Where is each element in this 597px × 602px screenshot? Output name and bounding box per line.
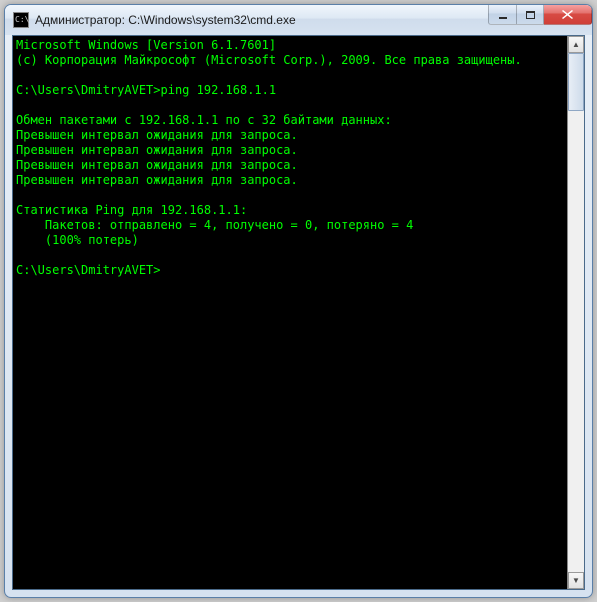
line: Превышен интервал ожидания для запроса. [16, 128, 298, 142]
window-controls [488, 5, 592, 25]
chevron-up-icon: ▲ [572, 40, 580, 49]
chevron-down-icon: ▼ [572, 576, 580, 585]
scroll-track[interactable] [568, 53, 584, 572]
minimize-icon [499, 17, 507, 19]
line: (100% потерь) [16, 233, 139, 247]
prompt-command: ping 192.168.1.1 [161, 83, 277, 97]
vertical-scrollbar[interactable]: ▲ ▼ [567, 36, 584, 589]
line: (c) Корпорация Майкрософт (Microsoft Cor… [16, 53, 522, 67]
close-button[interactable] [544, 5, 592, 25]
prompt-path: C:\Users\DmitryAVET> [16, 83, 161, 97]
line: Пакетов: отправлено = 4, получено = 0, п… [16, 218, 413, 232]
line: Статистика Ping для 192.168.1.1: [16, 203, 247, 217]
titlebar[interactable]: C:\ Администратор: C:\Windows\system32\c… [5, 5, 592, 35]
line: Превышен интервал ожидания для запроса. [16, 173, 298, 187]
window-frame: C:\ Администратор: C:\Windows\system32\c… [4, 4, 593, 598]
line: Превышен интервал ожидания для запроса. [16, 143, 298, 157]
scroll-down-button[interactable]: ▼ [568, 572, 584, 589]
scroll-up-button[interactable]: ▲ [568, 36, 584, 53]
minimize-button[interactable] [488, 5, 517, 25]
prompt-path: C:\Users\DmitryAVET> [16, 263, 161, 277]
cmd-icon: C:\ [13, 12, 29, 28]
terminal-output[interactable]: Microsoft Windows [Version 6.1.7601] (c)… [13, 36, 567, 589]
client-area: Microsoft Windows [Version 6.1.7601] (c)… [12, 35, 585, 590]
line: Microsoft Windows [Version 6.1.7601] [16, 38, 276, 52]
maximize-icon [526, 11, 535, 19]
close-icon [562, 10, 573, 19]
window-title: Администратор: C:\Windows\system32\cmd.e… [35, 13, 296, 27]
line: Обмен пакетами с 192.168.1.1 по с 32 бай… [16, 113, 392, 127]
maximize-button[interactable] [517, 5, 544, 25]
scroll-thumb[interactable] [568, 53, 584, 111]
line: Превышен интервал ожидания для запроса. [16, 158, 298, 172]
